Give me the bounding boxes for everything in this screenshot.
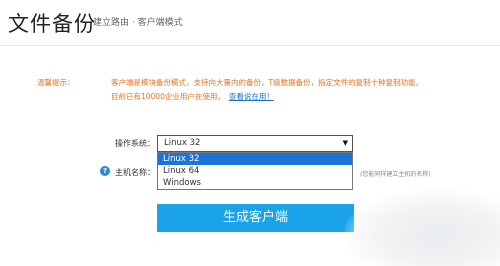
tip-label: 温馨提示： <box>37 78 75 87</box>
page-subtitle: 建立路由 · 客户端模式 <box>93 18 183 28</box>
os-select-value: Linux 32 <box>164 138 201 148</box>
os-option-windows[interactable]: Windows <box>158 177 352 189</box>
os-select[interactable]: Linux 32 ▼ <box>157 135 353 152</box>
chevron-down-icon: ▼ <box>342 139 348 147</box>
os-option-linux64[interactable]: Linux 64 <box>158 165 352 177</box>
host-hint: (您能同样建立主机的名称) <box>360 171 431 178</box>
tip-text-line2-body: 目前已有10000企业用户在使用， <box>111 92 225 101</box>
os-option-linux32[interactable]: Linux 32 <box>158 153 352 165</box>
os-dropdown-list: Linux 32 Linux 64 Windows <box>157 152 353 190</box>
host-label: 主机名称： <box>115 168 155 177</box>
generate-client-button[interactable]: 生成客户端 <box>157 204 354 232</box>
page-title: 文件备份 <box>8 12 96 36</box>
os-label: 操作系统： <box>115 139 155 148</box>
watermark-overlay <box>345 190 500 266</box>
tip-text-line2: 目前已有10000企业用户在使用， 查看说在用！ <box>111 91 274 102</box>
help-icon[interactable]: ? <box>100 166 110 176</box>
tip-text-line1: 客户端是模块备份模式，支持向大量内的备份，T级数据备份，指定文件的复制十种复制功… <box>111 78 424 87</box>
tip-link[interactable]: 查看说在用！ <box>229 92 274 101</box>
header-divider <box>0 45 500 46</box>
